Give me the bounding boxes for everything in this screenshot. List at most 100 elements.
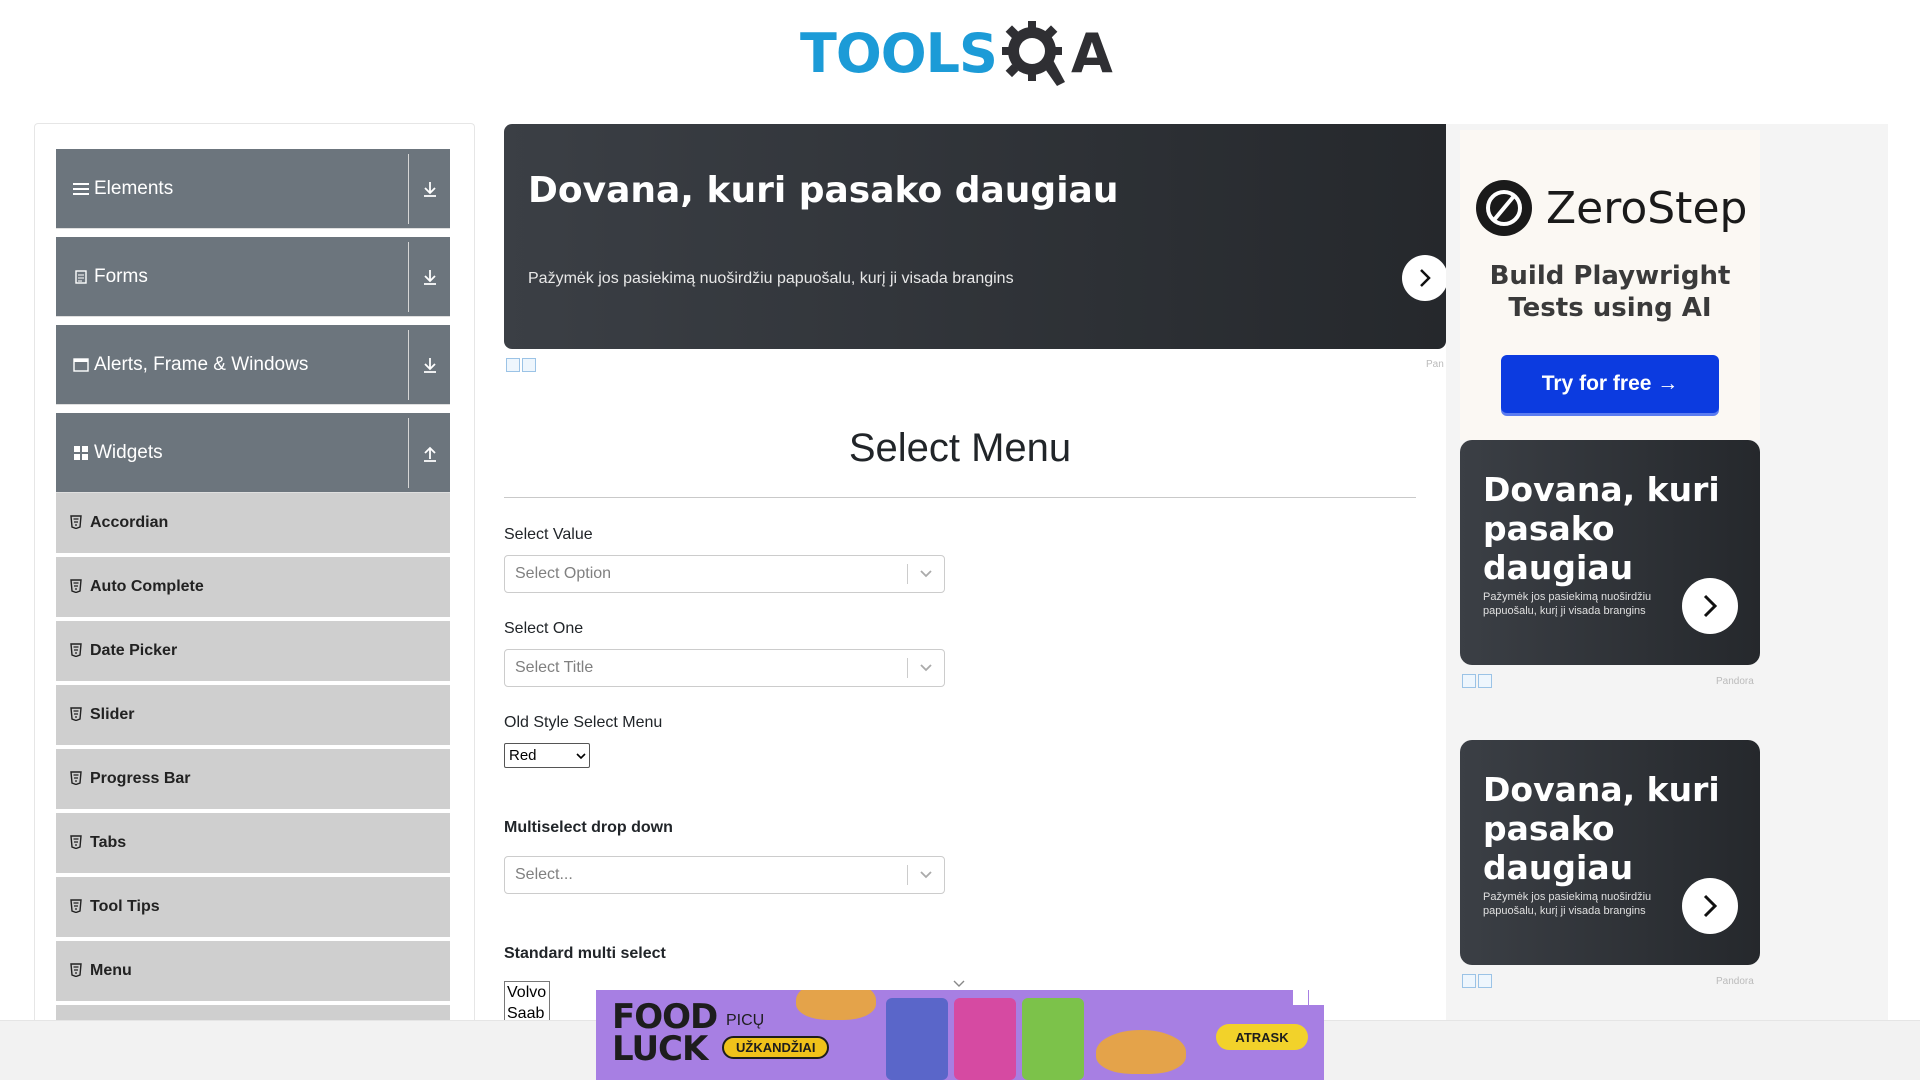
nav-group-alerts[interactable]: Alerts, Frame & Windows <box>56 325 450 405</box>
nav-item-tool-tips[interactable]: Tool Tips <box>56 877 450 939</box>
select-value-label: Select Value <box>504 526 593 543</box>
select-one-dropdown[interactable]: Select Title <box>504 649 945 687</box>
html5-icon <box>70 579 84 595</box>
nav-item-label: Slider <box>90 706 135 723</box>
old-style-label: Old Style Select Menu <box>504 714 663 731</box>
chevron-down-icon[interactable] <box>908 857 944 893</box>
zerostep-ad[interactable]: ZeroStep Build Playwright Tests using AI… <box>1460 130 1760 440</box>
ad-source: Pandora <box>1716 976 1754 987</box>
top-ad-banner[interactable]: Dovana, kuri pasako daugiau Pažymėk jos … <box>504 124 1448 349</box>
adchoices-icon[interactable] <box>1462 974 1492 988</box>
side-ad-title-line: pasako daugiau <box>1483 809 1634 887</box>
chevron-right-icon[interactable] <box>1682 878 1738 934</box>
logo-text-tools: TOOLS <box>800 21 998 85</box>
nav-item-label: Menu <box>90 962 132 979</box>
zerostep-tagline: Build Playwright Tests using AI <box>1460 260 1760 324</box>
select-value-placeholder: Select Option <box>515 565 612 582</box>
html5-icon <box>70 771 84 787</box>
ad-close-icon[interactable] <box>1293 990 1324 1005</box>
nav-group-forms[interactable]: Forms <box>56 237 450 317</box>
html5-icon <box>70 835 84 851</box>
multiselect-label: Multiselect drop down <box>504 819 673 836</box>
adchoices-icon[interactable] <box>1462 674 1492 688</box>
snack-pack-image <box>886 998 948 1080</box>
ad-title: Dovana, kuri pasako daugiau <box>528 170 1119 211</box>
zerostep-logo-icon <box>1476 180 1532 236</box>
nav-item-label: Auto Complete <box>90 578 204 595</box>
old-style-select[interactable]: Red <box>504 743 590 768</box>
pastry-image <box>1096 1030 1186 1074</box>
multiselect-dropdown[interactable]: Select... <box>504 856 945 894</box>
html5-icon <box>70 707 84 723</box>
ad-badge: UŽKANDŽIAI <box>722 1036 830 1059</box>
nav-group-elements[interactable]: Elements <box>56 149 450 229</box>
nav-item-progress-bar[interactable]: Progress Bar <box>56 749 450 811</box>
nav-group-widgets[interactable]: Widgets <box>56 413 450 493</box>
zerostep-logo: ZeroStep <box>1476 180 1747 236</box>
nav-group-label: Widgets <box>94 441 163 463</box>
nav-item-label: Tool Tips <box>90 898 160 915</box>
hamburger-icon <box>72 180 90 198</box>
side-ad-subtitle: Pažymėk jos pasiekimą nuoširdžiu papuoša… <box>1483 891 1652 917</box>
side-ad-title-line: pasako daugiau <box>1483 509 1634 587</box>
adchoices-icon[interactable] <box>506 358 536 372</box>
nav-group-label: Elements <box>94 177 174 199</box>
ad-source: Pan <box>1426 359 1444 370</box>
side-ad-subtitle: Pažymėk jos pasiekimą nuoširdžiu papuoša… <box>1483 591 1652 617</box>
chevron-right-icon[interactable] <box>1682 578 1738 634</box>
chevron-down-icon[interactable] <box>908 556 944 592</box>
side-ad-title-line: Dovana, kuri <box>1483 470 1720 509</box>
standard-multi-label: Standard multi select <box>504 945 666 962</box>
nav-item-label: Tabs <box>90 834 127 851</box>
chevron-down-icon[interactable] <box>908 650 944 686</box>
side-ad-2[interactable]: Dovana, kuri pasako daugiau Pažymėk jos … <box>1460 740 1760 965</box>
food-luck-ad[interactable]: FOOD LUCK PICŲ UŽKANDŽIAI ATRASK <box>596 990 1324 1080</box>
upload-arrow-icon[interactable] <box>408 417 450 488</box>
nav-item-accordian[interactable]: Accordian <box>56 493 450 555</box>
zerostep-brand: ZeroStep <box>1546 182 1748 234</box>
side-ad-1[interactable]: Dovana, kuri pasako daugiau Pažymėk jos … <box>1460 440 1760 665</box>
select-one-placeholder: Select Title <box>515 659 594 676</box>
nav-item-slider[interactable]: Slider <box>56 685 450 747</box>
download-arrow-icon[interactable] <box>408 241 450 312</box>
ad-source: Pandora <box>1716 676 1754 687</box>
chevron-right-icon[interactable] <box>1402 255 1448 301</box>
left-nav-panel: Elements Forms Alerts, Frame & Windows W… <box>34 123 475 1067</box>
download-arrow-icon[interactable] <box>408 329 450 400</box>
multi-option[interactable]: Saab <box>507 1003 549 1020</box>
snack-pack-image <box>1022 998 1084 1080</box>
page-title: Select Menu <box>848 426 1072 470</box>
snack-pack-image <box>954 998 1016 1080</box>
nav-group-label: Forms <box>94 265 148 287</box>
pastry-image <box>796 990 876 1020</box>
ad-brand-line: LUCK <box>612 1029 708 1069</box>
zerostep-tagline-line: Build Playwright <box>1489 261 1731 291</box>
html5-icon <box>70 899 84 915</box>
nav-item-date-picker[interactable]: Date Picker <box>56 621 450 683</box>
html5-icon <box>70 963 84 979</box>
zerostep-tagline-line: Tests using AI <box>1508 293 1712 323</box>
nav-item-auto-complete[interactable]: Auto Complete <box>56 557 450 619</box>
nav-item-menu[interactable]: Menu <box>56 941 450 1003</box>
side-ad-title: Dovana, kuri pasako daugiau <box>1483 770 1760 887</box>
multi-option[interactable]: Volvo <box>507 982 549 1003</box>
gear-q-icon <box>999 18 1069 88</box>
select-value-dropdown[interactable]: Select Option <box>504 555 945 593</box>
ad-text: PICŲ <box>726 1012 765 1029</box>
document-icon <box>72 268 90 286</box>
multiselect-placeholder: Select... <box>515 866 573 883</box>
chevron-down-icon <box>573 752 589 760</box>
nav-item-tabs[interactable]: Tabs <box>56 813 450 875</box>
old-style-value: Red <box>509 747 537 764</box>
nav-item-label: Date Picker <box>90 642 178 659</box>
try-for-free-button[interactable]: Try for free → <box>1501 355 1719 413</box>
standard-multi-select[interactable]: Volvo Saab <box>504 981 550 1021</box>
atrask-button[interactable]: ATRASK <box>1216 1024 1308 1050</box>
download-arrow-icon[interactable] <box>408 153 450 224</box>
title-divider <box>504 497 1416 498</box>
toolsqa-logo[interactable]: TOOLS A <box>800 14 1125 92</box>
html5-icon <box>70 643 84 659</box>
ad-subtitle: Pažymėk jos pasiekimą nuoširdžiu papuoša… <box>528 270 1014 287</box>
html5-icon <box>70 515 84 531</box>
side-ad-title-line: Dovana, kuri <box>1483 770 1720 809</box>
